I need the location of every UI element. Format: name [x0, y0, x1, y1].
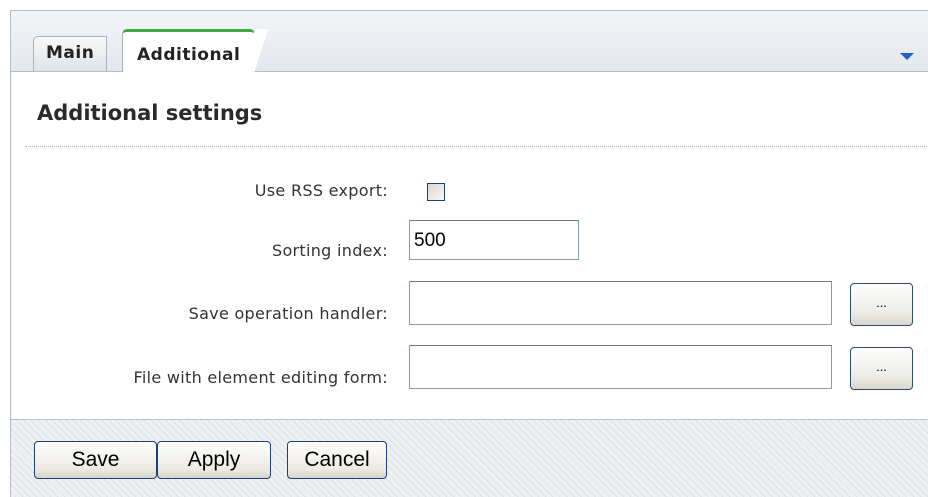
button-bar: Save Apply Cancel [11, 419, 928, 497]
sorting-index-label: Sorting index: [272, 241, 388, 260]
collapse-arrow-icon[interactable] [900, 53, 914, 60]
tab-additional[interactable]: Additional [122, 29, 269, 73]
rss-export-checkbox[interactable] [427, 183, 445, 201]
tab-main[interactable]: Main [33, 36, 108, 72]
sorting-index-input[interactable]: 500 [409, 220, 579, 260]
save-handler-input[interactable] [409, 281, 832, 325]
edit-form-file-input[interactable] [409, 345, 832, 389]
save-button[interactable]: Save [34, 441, 157, 479]
save-handler-label: Save operation handler: [188, 304, 388, 323]
apply-button[interactable]: Apply [157, 441, 271, 479]
edit-form-file-label: File with element editing form: [133, 368, 388, 387]
section-title: Additional settings [37, 101, 263, 125]
settings-panel: Main Additional Additional settings Use … [10, 10, 928, 497]
tab-bar: Main Additional [11, 11, 928, 73]
edit-form-file-browse-button[interactable]: ... [850, 347, 913, 390]
save-handler-browse-button[interactable]: ... [850, 283, 913, 326]
cancel-button[interactable]: Cancel [287, 441, 387, 479]
rss-export-label: Use RSS export: [254, 181, 388, 200]
section-divider [25, 146, 928, 147]
